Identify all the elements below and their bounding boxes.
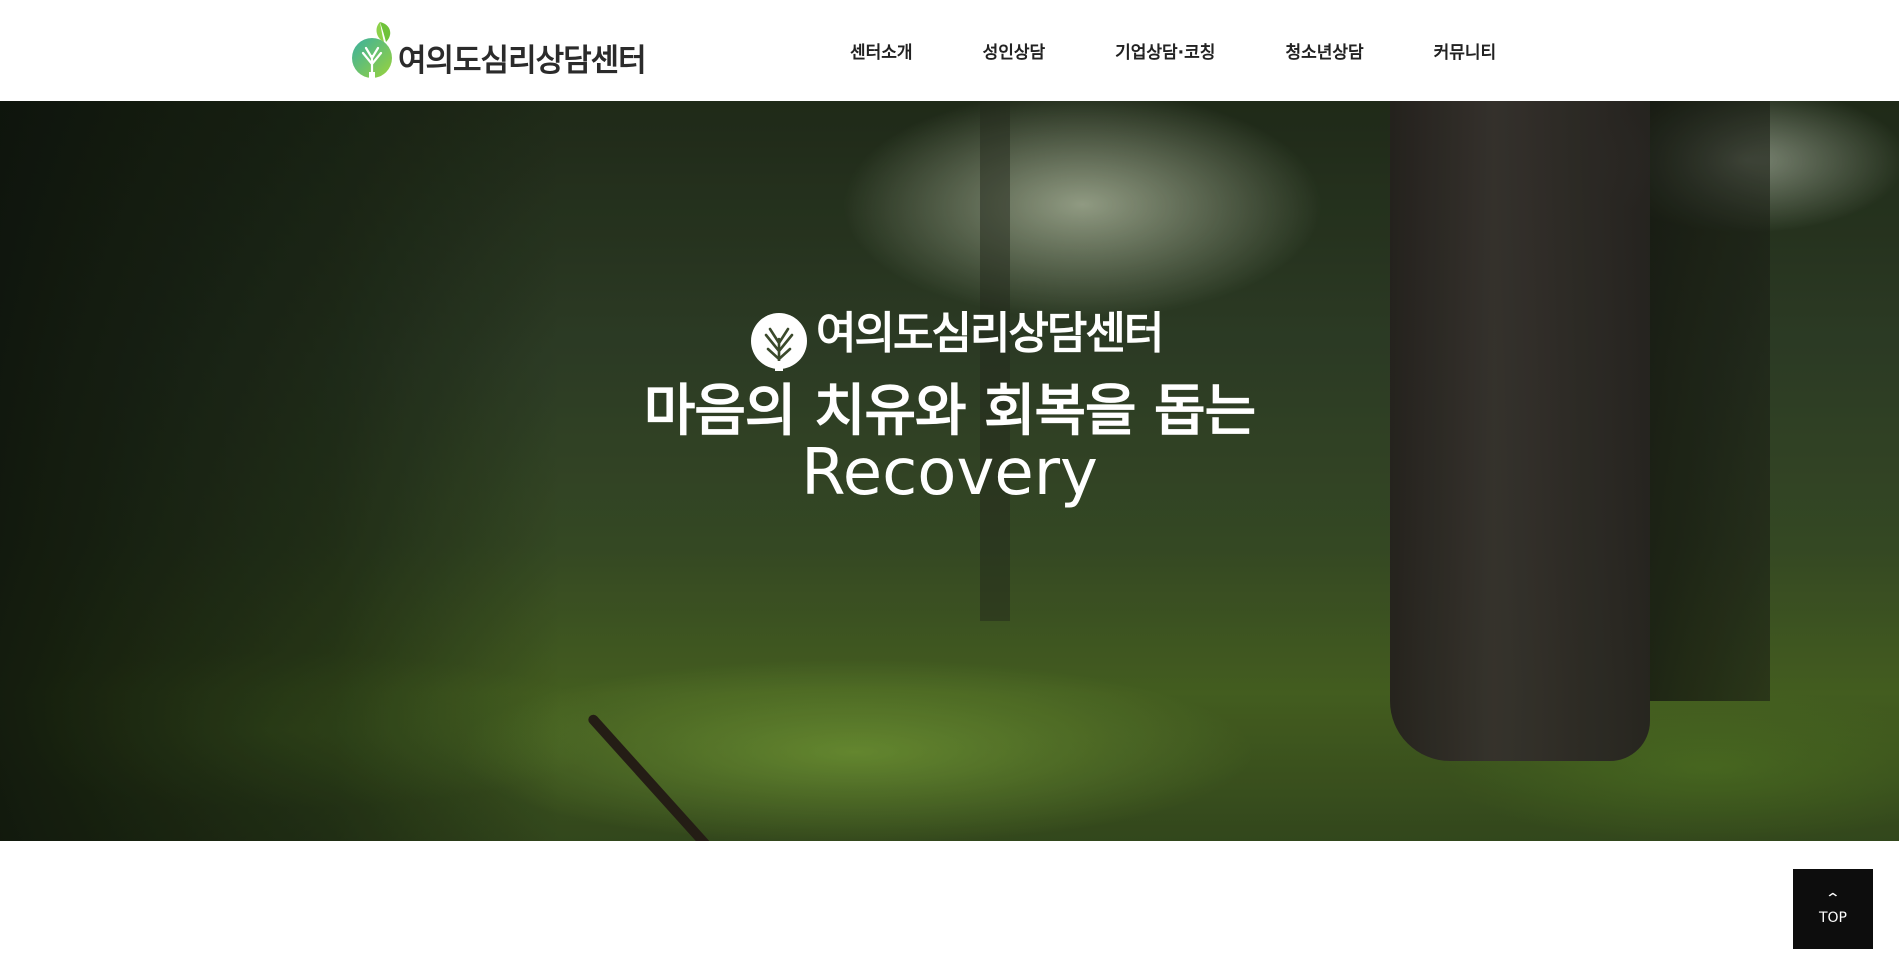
hero-brand: 여의도심리상담센터 [748, 281, 1164, 373]
chevron-up-icon: ⌃ [1824, 891, 1842, 907]
scroll-top-label: TOP [1818, 910, 1847, 926]
nav-item-youth-counseling[interactable]: 청소년상담 [1285, 38, 1363, 63]
main-nav: 센터소개 성인상담 기업상담·코칭 청소년상담 커뮤니티 [820, 0, 1496, 101]
hero-headline: Recovery [801, 436, 1098, 510]
nav-item-center-intro[interactable]: 센터소개 [850, 38, 913, 63]
hero-content: 여의도심리상담센터 마음의 치유와 회복을 돕는 Recovery [0, 101, 1899, 841]
tree-leaf-logo-icon [748, 299, 810, 373]
tree-leaf-logo-icon [350, 20, 394, 82]
nav-item-corporate-coaching[interactable]: 기업상담·코칭 [1115, 38, 1215, 63]
hero-tagline: 마음의 치유와 회복을 돕는 [643, 379, 1256, 444]
nav-item-adult-counseling[interactable]: 성인상담 [983, 38, 1046, 63]
hero-banner: 여의도심리상담센터 마음의 치유와 회복을 돕는 Recovery [0, 101, 1899, 841]
site-logo-text: 여의도심리상담센터 [398, 42, 647, 79]
site-header: 여의도심리상담센터 센터소개 성인상담 기업상담·코칭 청소년상담 커뮤니티 [0, 0, 1899, 101]
site-logo[interactable]: 여의도심리상담센터 [350, 20, 647, 82]
nav-item-community[interactable]: 커뮤니티 [1434, 38, 1497, 63]
scroll-top-button[interactable]: ⌃ TOP [1793, 869, 1873, 949]
hero-brand-text: 여의도심리상담센터 [816, 308, 1164, 359]
